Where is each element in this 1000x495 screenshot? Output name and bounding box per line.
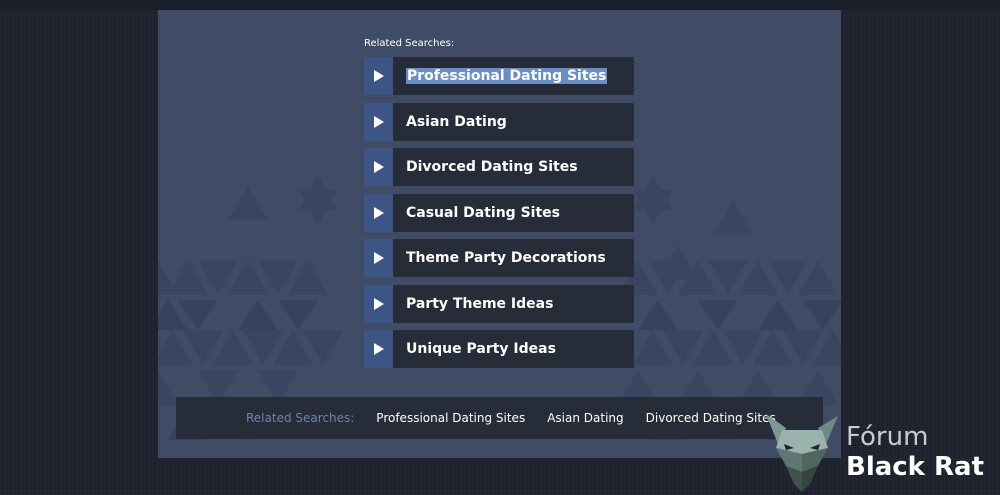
bottom-link-professional-dating-sites[interactable]: Professional Dating Sites [376, 411, 525, 425]
bottom-link-asian-dating[interactable]: Asian Dating [547, 411, 623, 425]
related-search-item-divorced-dating-sites[interactable]: Divorced Dating Sites [364, 148, 634, 186]
related-search-label: Asian Dating [393, 102, 634, 141]
play-arrow-icon [364, 102, 393, 141]
related-search-item-professional-dating-sites[interactable]: Professional Dating Sites [364, 57, 634, 95]
bottom-related-searches-bar: Related Searches: Professional Dating Si… [176, 397, 823, 439]
rat-head-logo-icon [766, 414, 838, 492]
related-search-label: Party Theme Ideas [393, 284, 634, 323]
top-strip [0, 0, 1000, 10]
related-search-label: Casual Dating Sites [393, 193, 634, 232]
watermark-line-2: Black Rat [846, 452, 985, 482]
bottom-link-divorced-dating-sites[interactable]: Divorced Dating Sites [646, 411, 776, 425]
play-arrow-icon [364, 57, 393, 95]
watermark-line-1: Fórum [846, 422, 929, 452]
play-arrow-icon [364, 148, 393, 186]
related-search-item-casual-dating-sites[interactable]: Casual Dating Sites [364, 193, 634, 232]
play-arrow-icon [364, 239, 393, 277]
play-arrow-icon [364, 193, 393, 232]
related-search-item-theme-party-decorations[interactable]: Theme Party Decorations [364, 239, 634, 277]
forum-black-rat-watermark: Fórum Black Rat [762, 410, 1000, 495]
related-search-label: Divorced Dating Sites [393, 148, 634, 186]
related-search-label: Theme Party Decorations [393, 239, 634, 277]
related-search-item-asian-dating[interactable]: Asian Dating [364, 102, 634, 141]
related-searches-heading: Related Searches: [364, 38, 455, 49]
play-arrow-icon [364, 284, 393, 323]
related-search-label: Unique Party Ideas [393, 330, 634, 368]
related-search-item-unique-party-ideas[interactable]: Unique Party Ideas [364, 330, 634, 368]
related-searches-list: Professional Dating Sites Asian Dating D… [364, 57, 634, 376]
selected-text-highlight: Professional Dating Sites [406, 68, 608, 84]
content-panel: Related Searches: Professional Dating Si… [158, 10, 841, 458]
bottom-related-searches-label: Related Searches: [246, 411, 355, 425]
play-arrow-icon [364, 330, 393, 368]
related-search-item-party-theme-ideas[interactable]: Party Theme Ideas [364, 284, 634, 323]
related-search-label: Professional Dating Sites [393, 57, 634, 95]
